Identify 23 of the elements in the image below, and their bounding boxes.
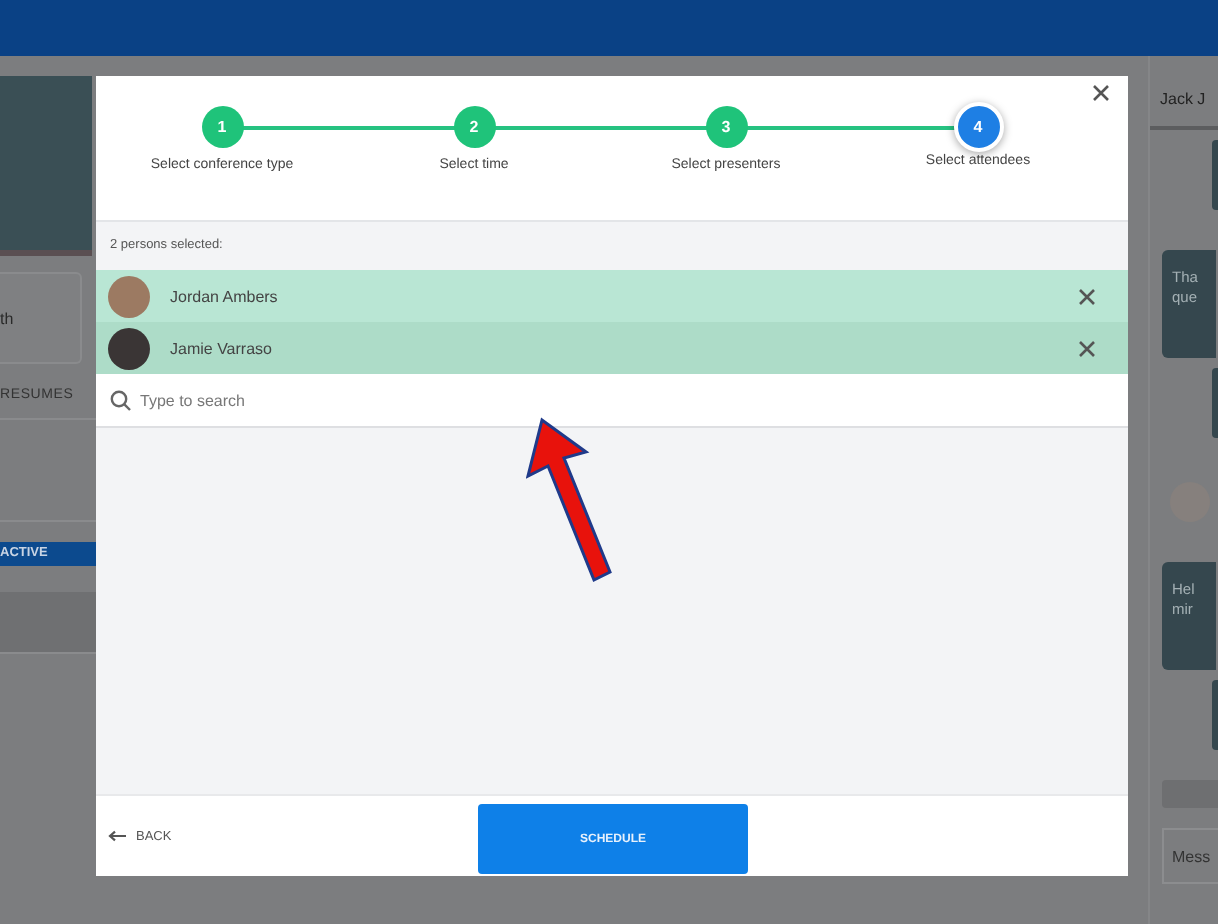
attendee-row[interactable]: Jamie Varraso xyxy=(96,322,1128,374)
chat-bubble xyxy=(1212,680,1218,750)
card-text: th xyxy=(0,309,14,327)
close-icon[interactable] xyxy=(1092,84,1110,102)
step-number[interactable]: 3 xyxy=(705,106,747,148)
search-icon xyxy=(110,389,132,411)
attendee-name: Jamie Varraso xyxy=(170,339,274,357)
list-row xyxy=(0,592,96,654)
step-number[interactable]: 2 xyxy=(453,106,495,148)
arrow-left-icon xyxy=(108,830,126,842)
step-number[interactable]: 1 xyxy=(201,106,243,148)
remove-icon[interactable] xyxy=(1078,287,1096,305)
avatar xyxy=(108,327,150,369)
chat-bubble xyxy=(1212,140,1218,210)
chat-bubble xyxy=(1212,368,1218,438)
step-number[interactable]: 4 xyxy=(953,102,1003,152)
search-field[interactable]: Type to search xyxy=(140,374,1114,426)
avatar xyxy=(108,275,150,317)
remove-icon[interactable] xyxy=(1078,339,1096,357)
attendee-row[interactable]: Jordan Ambers xyxy=(96,270,1128,322)
contact-name: Jack J xyxy=(1150,56,1218,130)
message-field[interactable]: Mess xyxy=(1162,828,1218,884)
attendee-name: Jordan Ambers xyxy=(170,287,280,305)
